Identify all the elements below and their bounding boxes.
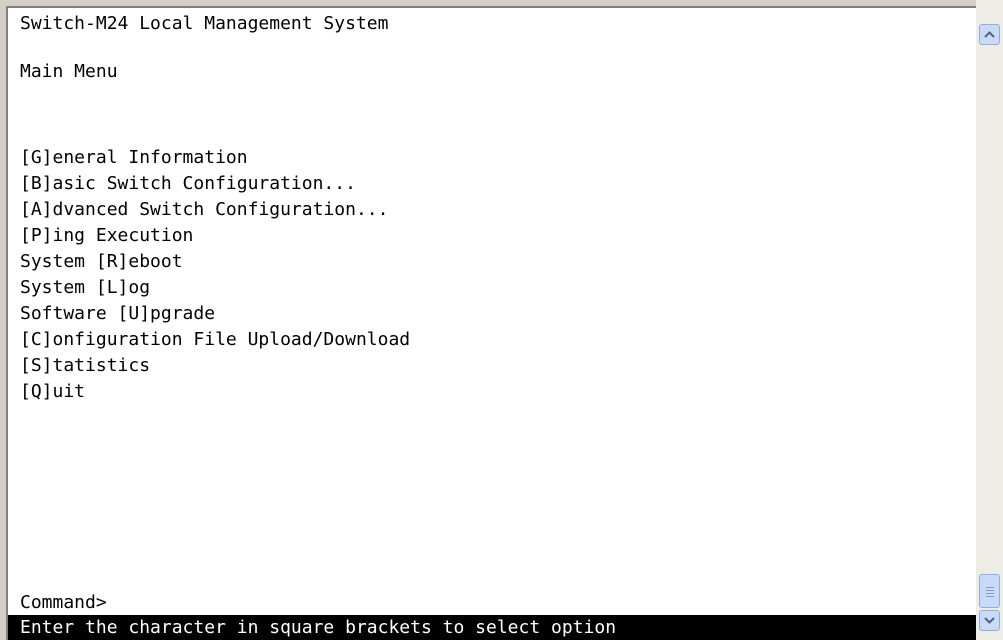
command-prompt[interactable]: Command> [20,591,107,615]
thumb-grip-line [986,593,994,594]
menu-item-general-information[interactable]: [G]eneral Information [20,146,248,170]
terminal-window: Switch-M24 Local Management System Main … [0,0,1003,640]
scrollbar-thumb[interactable] [979,574,1000,608]
menu-item-basic-switch-configuration[interactable]: [B]asic Switch Configuration... [20,172,356,196]
menu-item-system-reboot[interactable]: System [R]eboot [20,250,183,274]
scroll-down-button[interactable] [979,610,1000,631]
menu-item-quit[interactable]: [Q]uit [20,380,85,404]
vertical-scrollbar[interactable] [976,0,1003,640]
menu-item-software-upgrade[interactable]: Software [U]pgrade [20,302,215,326]
menu-item-ping-execution[interactable]: [P]ing Execution [20,224,193,248]
arrow-down-icon [984,617,995,624]
menu-item-statistics[interactable]: [S]tatistics [20,354,150,378]
terminal-screen[interactable]: Switch-M24 Local Management System Main … [8,8,976,640]
scroll-up-button[interactable] [979,24,1000,45]
status-message: Enter the character in square brackets t… [20,617,617,638]
thumb-grip-line [986,596,994,597]
arrow-up-icon [984,31,995,38]
menu-heading: Main Menu [20,61,118,82]
thumb-grip-line [986,590,994,591]
system-title: Switch-M24 Local Management System [20,13,389,34]
menu-item-configuration-file[interactable]: [C]onfiguration File Upload/Download [20,328,410,352]
menu-item-system-log[interactable]: System [L]og [20,276,150,300]
status-bar: Enter the character in square brackets t… [8,615,976,640]
menu-item-advanced-switch-configuration[interactable]: [A]dvanced Switch Configuration... [20,198,388,222]
thumb-grip-line [986,587,994,588]
